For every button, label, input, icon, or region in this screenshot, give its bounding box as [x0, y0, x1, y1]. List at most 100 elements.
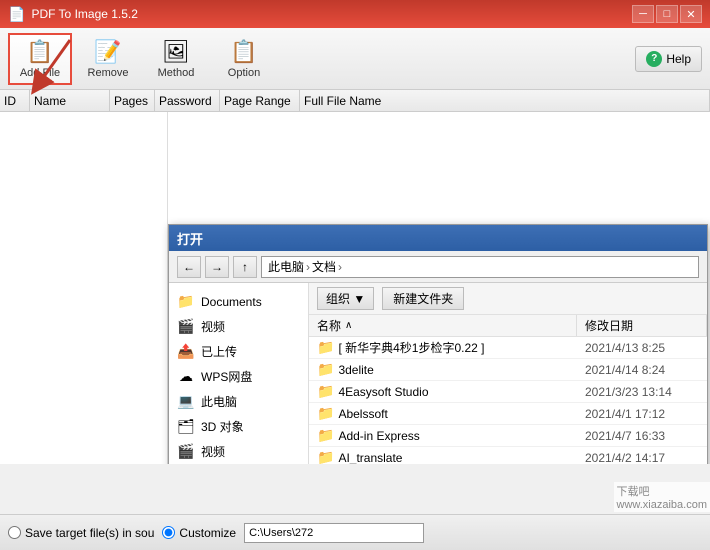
file-date-5: 2021/4/2 14:17: [577, 451, 707, 465]
help-button[interactable]: ? Help: [635, 46, 702, 72]
method-button[interactable]: 🖼 Method: [144, 33, 208, 85]
main-area: 打开 ← → ↑ 此电脑 › 文档 › 📁Documents🎬视频📤已上传☁WP…: [0, 112, 710, 464]
watermark-text1: 下载吧: [617, 483, 707, 499]
app-icon: 📄: [8, 6, 25, 23]
sidebar-item-1[interactable]: 🎬视频: [169, 314, 308, 339]
radio-customize[interactable]: [162, 526, 175, 539]
sidebar-label-5: 3D 对象: [201, 418, 244, 435]
radio-source-label: Save target file(s) in sou: [25, 526, 154, 540]
file-row-2[interactable]: 📁 4Easysoft Studio 2021/3/23 13:14: [309, 381, 707, 403]
file-icon-3: 📁: [317, 405, 334, 422]
file-icon-1: 📁: [317, 361, 334, 378]
sort-arrow: ∧: [345, 320, 352, 331]
file-date-3: 2021/4/1 17:12: [577, 407, 707, 421]
file-row-4[interactable]: 📁 Add-in Express 2021/4/7 16:33: [309, 425, 707, 447]
method-label: Method: [158, 67, 195, 79]
file-row-0[interactable]: 📁 [ 新华字典4秒1步检字0.22 ] 2021/4/13 8:25: [309, 337, 707, 359]
add-file-button[interactable]: 📋 Add File: [8, 33, 72, 85]
sidebar-icon-2: 📤: [177, 343, 195, 360]
path-input[interactable]: [244, 523, 424, 543]
option-button[interactable]: 📋 Option: [212, 33, 276, 85]
file-name-5: 📁 AI_translate: [309, 449, 577, 464]
sidebar-label-4: 此电脑: [201, 393, 237, 410]
file-name-1: 📁 3delite: [309, 361, 577, 378]
path-folder: 文档: [312, 258, 336, 275]
minimize-button[interactable]: ─: [632, 5, 654, 23]
file-icon-5: 📁: [317, 449, 334, 464]
close-button[interactable]: ✕: [680, 5, 702, 23]
sidebar-item-5[interactable]: 🗂3D 对象: [169, 414, 308, 439]
dialog-title: 打开: [177, 229, 203, 248]
file-icon-4: 📁: [317, 427, 334, 444]
file-row-5[interactable]: 📁 AI_translate 2021/4/2 14:17: [309, 447, 707, 464]
sidebar-icon-3: ☁: [177, 368, 195, 385]
col-date-header[interactable]: 修改日期: [577, 315, 707, 336]
file-date-0: 2021/4/13 8:25: [577, 341, 707, 355]
sidebar-item-2[interactable]: 📤 已上传: [169, 339, 308, 364]
col-name: Name: [30, 90, 110, 111]
sidebar-label-2: 已上传: [201, 343, 237, 360]
help-label: Help: [666, 52, 691, 66]
organize-label: 组织 ▼: [326, 290, 365, 307]
file-row-1[interactable]: 📁 3delite 2021/4/14 8:24: [309, 359, 707, 381]
file-name-2: 📁 4Easysoft Studio: [309, 383, 577, 400]
radio-source[interactable]: [8, 526, 21, 539]
main-toolbar: 📋 Add File 📝 Remove 🖼 Method 📋 Option ? …: [0, 28, 710, 90]
sidebar-item-6[interactable]: 🎬 视频: [169, 439, 308, 464]
sidebar-icon-4: 💻: [177, 393, 195, 410]
file-icon-0: 📁: [317, 339, 334, 356]
col-name-header[interactable]: 名称 ∧: [309, 315, 577, 336]
path-sep1: ›: [306, 260, 310, 274]
sidebar-item-0[interactable]: 📁Documents: [169, 289, 308, 314]
maximize-button[interactable]: □: [656, 5, 678, 23]
remove-label: Remove: [88, 67, 129, 79]
sidebar-label-6: 视频: [201, 443, 225, 460]
col-password: Password: [155, 90, 220, 111]
sidebar-label-1: 视频: [201, 318, 225, 335]
watermark: 下载吧 www.xiazaiba.com: [614, 482, 710, 512]
sidebar-item-4[interactable]: 💻 此电脑: [169, 389, 308, 414]
add-file-icon: 📋: [26, 39, 53, 65]
dialog-path: 此电脑 › 文档 ›: [261, 256, 699, 278]
radio-customize-label: Customize: [179, 526, 236, 540]
watermark-text2: www.xiazaiba.com: [617, 499, 707, 511]
remove-icon: 📝: [94, 39, 121, 65]
new-folder-button[interactable]: 新建文件夹: [382, 287, 464, 310]
sidebar-label-3: WPS网盘: [201, 368, 252, 385]
status-bar: Save target file(s) in sou Customize: [0, 514, 710, 550]
col-id: ID: [0, 90, 30, 111]
file-name-3: 📁 Abelssoft: [309, 405, 577, 422]
file-date-2: 2021/3/23 13:14: [577, 385, 707, 399]
sidebar-icon-0: 📁: [177, 293, 195, 310]
file-row-3[interactable]: 📁 Abelssoft 2021/4/1 17:12: [309, 403, 707, 425]
radio-group-2: Customize: [162, 526, 236, 540]
col-full-file-name: Full File Name: [300, 90, 710, 111]
dialog-title-bar: 打开: [169, 225, 707, 251]
file-list-header: 名称 ∧ 修改日期: [309, 315, 707, 337]
nav-forward-button[interactable]: →: [205, 256, 229, 278]
sidebar-item-3[interactable]: ☁ WPS网盘: [169, 364, 308, 389]
nav-back-button[interactable]: ←: [177, 256, 201, 278]
organize-button[interactable]: 组织 ▼: [317, 287, 374, 310]
nav-up-button[interactable]: ↑: [233, 256, 257, 278]
path-root: 此电脑: [268, 258, 304, 275]
remove-button[interactable]: 📝 Remove: [76, 33, 140, 85]
dialog-toolbar: ← → ↑ 此电脑 › 文档 ›: [169, 251, 707, 283]
dialog-body: 📁Documents🎬视频📤已上传☁WPS网盘💻此电脑🗂3D 对象🎬视频🖼图片📄…: [169, 283, 707, 464]
col-name-label: 名称: [317, 317, 341, 334]
radio-group-1: Save target file(s) in sou: [8, 526, 154, 540]
file-name-0: 📁 [ 新华字典4秒1步检字0.22 ]: [309, 339, 577, 356]
file-date-1: 2021/4/14 8:24: [577, 363, 707, 377]
path-sep2: ›: [338, 260, 342, 274]
window-controls: ─ □ ✕: [632, 5, 702, 23]
col-pages: Pages: [110, 90, 155, 111]
sidebar-icon-6: 🎬: [177, 443, 195, 460]
file-name-4: 📁 Add-in Express: [309, 427, 577, 444]
add-file-label: Add File: [20, 67, 60, 79]
file-date-4: 2021/4/7 16:33: [577, 429, 707, 443]
file-icon-2: 📁: [317, 383, 334, 400]
dialog-file-content: 组织 ▼ 新建文件夹 名称 ∧: [309, 283, 707, 464]
option-label: Option: [228, 67, 260, 79]
new-folder-label: 新建文件夹: [393, 292, 453, 306]
file-list: 名称 ∧ 修改日期 📁 [ 新华字典4秒1步检字0.22 ] 2021/4/13…: [309, 315, 707, 464]
